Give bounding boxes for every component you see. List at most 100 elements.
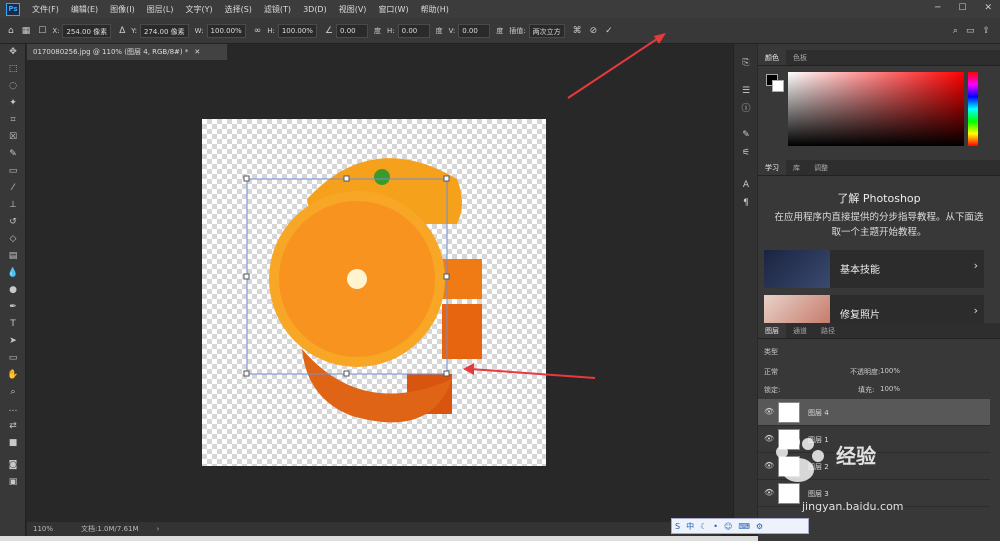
paragraph-panel-icon[interactable]: ¶ — [734, 194, 758, 212]
height-field[interactable]: 100.00% — [277, 23, 317, 38]
move-tool-icon[interactable]: ✥ — [0, 44, 26, 61]
document-canvas[interactable] — [202, 119, 546, 466]
angle-field[interactable]: 0.00 — [336, 23, 369, 38]
tab-paths[interactable]: 路径 — [814, 323, 842, 338]
ime-moon-icon[interactable]: ☾ — [700, 522, 707, 531]
y-field[interactable]: 274.00 像素 — [139, 23, 189, 38]
path-selection-tool-icon[interactable]: ➤ — [0, 333, 26, 350]
ime-keyboard-icon[interactable]: ⌨ — [738, 522, 750, 531]
kind-filter[interactable]: 类型 — [764, 347, 778, 357]
vskew-field[interactable]: 0.00 — [458, 23, 491, 38]
home-icon[interactable]: ⌂ — [8, 26, 14, 36]
menu-help[interactable]: 帮助(H) — [421, 4, 449, 15]
background-color-swatch[interactable] — [772, 80, 784, 92]
learn-card-basic-skills[interactable]: 基本技能 › — [764, 250, 984, 288]
minimize-icon[interactable]: ─ — [935, 3, 940, 13]
tab-learn[interactable]: 学习 — [758, 160, 786, 175]
tab-adjustments[interactable]: 调整 — [807, 160, 835, 175]
brush-tool-icon[interactable]: ⁄ — [0, 180, 26, 197]
x-field[interactable]: 254.00 像素 — [62, 23, 112, 38]
ime-mode-label[interactable]: 中 — [686, 521, 694, 532]
hskew-field[interactable]: 0.00 — [397, 23, 430, 38]
lasso-tool-icon[interactable]: ◌ — [0, 78, 26, 95]
checkbox-icon[interactable]: ☐ — [38, 26, 46, 36]
menu-window[interactable]: 窗口(W) — [378, 4, 408, 15]
reference-point-icon[interactable]: ▦ — [22, 26, 31, 36]
history-panel-icon[interactable]: ⎘ — [734, 54, 758, 72]
menu-type[interactable]: 文字(Y) — [185, 4, 212, 15]
pen-tool-icon[interactable]: ✒ — [0, 299, 26, 316]
learn-card-label: 修复照片 — [840, 310, 880, 321]
orange-slice-2 — [442, 304, 482, 359]
zoom-tool-icon[interactable]: ⌕ — [0, 384, 26, 401]
menu-select[interactable]: 选择(S) — [225, 4, 252, 15]
status-arrow-icon[interactable]: › — [157, 525, 160, 533]
eyedropper-tool-icon[interactable]: ✎ — [0, 146, 26, 163]
more-tools-icon[interactable]: … — [0, 401, 26, 418]
quick-mask-icon[interactable]: ◙ — [0, 457, 26, 474]
magic-wand-tool-icon[interactable]: ✦ — [0, 95, 26, 112]
crop-tool-icon[interactable]: ⌗ — [0, 112, 26, 129]
tab-layers[interactable]: 图层 — [758, 323, 786, 338]
ime-punct-icon[interactable]: • — [713, 522, 718, 531]
dodge-tool-icon[interactable]: ● — [0, 282, 26, 299]
learn-card-fix-photo[interactable]: 修复照片 › — [764, 295, 984, 323]
menu-filter[interactable]: 滤镜(T) — [264, 4, 291, 15]
tab-channels[interactable]: 通道 — [786, 323, 814, 338]
ime-settings-icon[interactable]: ⚙ — [756, 522, 763, 531]
document-info[interactable]: 文档:1.0M/7.61M — [81, 524, 139, 534]
interpolation-select[interactable]: 两次立方 — [528, 23, 565, 38]
color-picker-field[interactable] — [788, 72, 964, 146]
hand-tool-icon[interactable]: ✋ — [0, 367, 26, 384]
brush-panel-icon[interactable]: ✎ — [734, 126, 758, 144]
gradient-tool-icon[interactable]: ▤ — [0, 248, 26, 265]
cancel-transform-icon[interactable]: ⊘ — [590, 26, 598, 36]
visibility-eye-icon[interactable]: 👁 — [764, 407, 774, 416]
ime-emoji-icon[interactable]: ☺ — [724, 522, 732, 531]
close-window-icon[interactable]: ✕ — [984, 3, 992, 13]
adjust-panel-icon[interactable]: ⚟ — [734, 144, 758, 162]
maximize-icon[interactable]: ☐ — [958, 3, 966, 13]
workspace-icon[interactable]: ▭ — [966, 26, 975, 36]
blur-tool-icon[interactable]: 💧 — [0, 265, 26, 282]
type-tool-icon[interactable]: T — [0, 316, 26, 333]
blend-mode-select[interactable]: 正常 — [764, 367, 778, 377]
properties-panel-icon[interactable]: ☰ — [734, 82, 758, 100]
search-icon[interactable]: ⌕ — [953, 26, 958, 36]
share-icon[interactable]: ⇪ — [982, 26, 990, 36]
history-brush-tool-icon[interactable]: ↺ — [0, 214, 26, 231]
menu-layer[interactable]: 图层(L) — [147, 4, 174, 15]
fill-field[interactable]: 100% — [880, 385, 900, 393]
menu-view[interactable]: 视图(V) — [339, 4, 367, 15]
link-icon[interactable]: ∞ — [254, 26, 262, 36]
screen-mode-icon[interactable]: ▣ — [0, 474, 26, 491]
commit-transform-icon[interactable]: ✓ — [605, 26, 613, 36]
swap-colors-icon[interactable]: ⇄ — [0, 418, 26, 435]
learn-card-thumbnail — [764, 295, 830, 323]
character-panel-icon[interactable]: A — [734, 176, 758, 194]
stamp-tool-icon[interactable]: ⊥ — [0, 197, 26, 214]
document-tab[interactable]: 0170080256.jpg @ 110% (图层 4, RGB/8#) * ✕ — [27, 44, 227, 60]
frame-tool-icon[interactable]: ☒ — [0, 129, 26, 146]
info-panel-icon[interactable]: ⓘ — [734, 100, 758, 118]
menu-3d[interactable]: 3D(D) — [303, 5, 327, 14]
menu-image[interactable]: 图像(I) — [110, 4, 135, 15]
tab-libraries[interactable]: 库 — [786, 160, 807, 175]
foreground-background-icon[interactable]: ■ — [0, 435, 26, 457]
menu-file[interactable]: 文件(F) — [32, 4, 59, 15]
tab-color[interactable]: 颜色 — [758, 50, 786, 65]
healing-tool-icon[interactable]: ▭ — [0, 163, 26, 180]
tab-swatches[interactable]: 色板 — [786, 50, 814, 65]
width-field[interactable]: 100.00% — [206, 23, 246, 38]
warp-icon[interactable]: ⌘ — [573, 26, 582, 36]
layer-row[interactable]: 👁 图层 4 — [758, 399, 990, 426]
close-tab-icon[interactable]: ✕ — [194, 48, 200, 56]
eraser-tool-icon[interactable]: ◇ — [0, 231, 26, 248]
layers-panel-tabs: 图层 通道 路径 — [758, 323, 1000, 339]
marquee-tool-icon[interactable]: ⬚ — [0, 61, 26, 78]
zoom-level[interactable]: 110% — [33, 525, 53, 533]
opacity-field[interactable]: 100% — [880, 367, 900, 375]
hue-slider[interactable] — [968, 72, 978, 146]
rectangle-tool-icon[interactable]: ▭ — [0, 350, 26, 367]
menu-edit[interactable]: 编辑(E) — [71, 4, 98, 15]
